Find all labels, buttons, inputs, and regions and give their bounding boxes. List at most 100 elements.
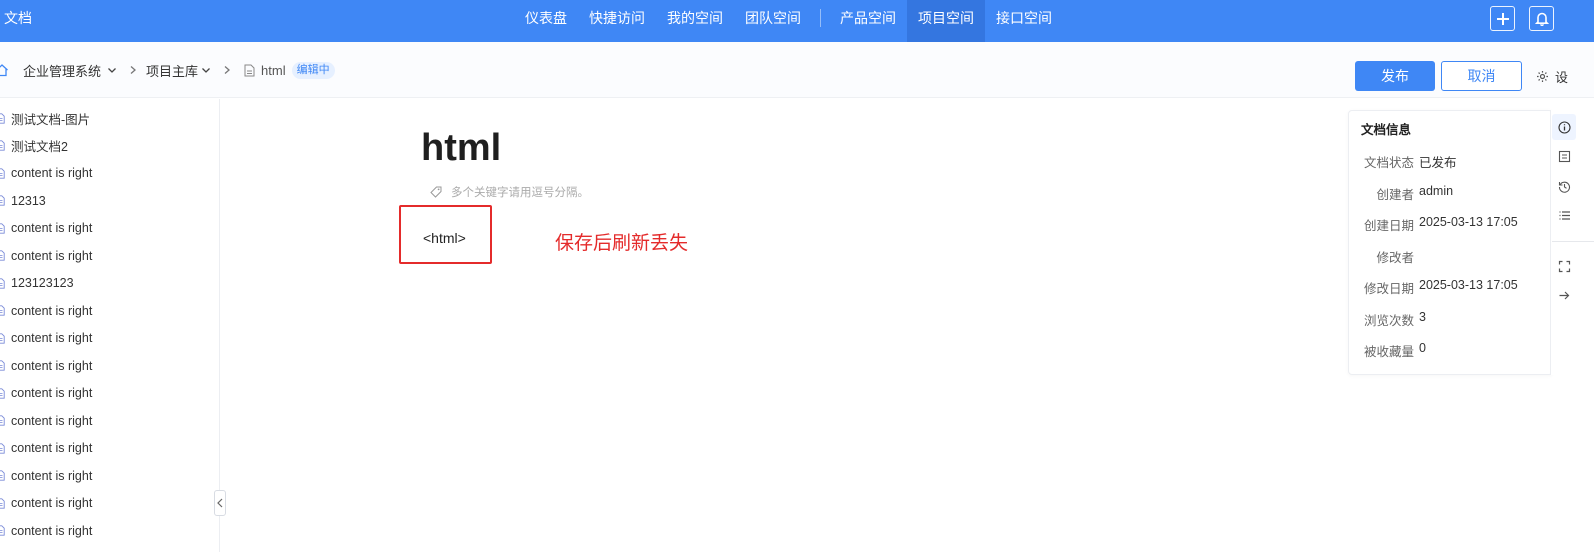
- doc-tree-sidebar: 测试文档-图片 测试文档2 content is right 12313 content…: [0, 99, 220, 552]
- info-row: 浏览次数 3: [1348, 310, 1553, 328]
- doc-tree-item[interactable]: content is right: [0, 328, 92, 348]
- doc-tree-item[interactable]: 测试文档2: [0, 136, 68, 156]
- doc-tree-item[interactable]: content is right: [0, 218, 92, 238]
- keywords-field[interactable]: 多个关键字请用逗号分隔。: [430, 184, 589, 200]
- info-row: 创建者 admin: [1348, 184, 1553, 202]
- doc-tree-item-label: 测试文档2: [11, 140, 68, 154]
- doc-icon: [0, 470, 5, 481]
- main-nav: 仪表盘 快捷访问 我的空间 团队空间 产品空间 项目空间 接口空间: [514, 0, 1063, 42]
- chevron-down-icon: [201, 65, 211, 75]
- doc-tree-item-label: content is right: [11, 358, 93, 373]
- history-tab-button[interactable]: [1558, 180, 1571, 193]
- doc-icon: [0, 167, 5, 179]
- doc-icon: [0, 442, 5, 454]
- doc-tree-item[interactable]: content is right: [0, 356, 92, 376]
- info-row: 被收藏量 0: [1348, 341, 1553, 359]
- nav-quick-access[interactable]: 快捷访问: [578, 0, 656, 42]
- doc-tree-item[interactable]: content is right: [0, 411, 92, 431]
- doc-tree-item-label: content is right: [11, 248, 93, 263]
- publish-button[interactable]: 发布: [1355, 61, 1435, 91]
- info-row-value: 0: [1419, 341, 1426, 355]
- breadcrumb-item-system[interactable]: 企业管理系统: [23, 61, 117, 80]
- doc-icon: [0, 387, 5, 399]
- home-icon[interactable]: [0, 63, 9, 77]
- doc-icon: [0, 305, 5, 316]
- breadcrumb-item-project-lib[interactable]: 项目主库: [146, 61, 211, 80]
- annotation-note: 保存后刷新丢失: [555, 233, 689, 254]
- doc-icon: [0, 332, 5, 344]
- doc-icon: [0, 140, 5, 151]
- outline-icon: [1558, 150, 1571, 163]
- info-row-value: 2025-03-13 17:05: [1419, 215, 1518, 229]
- chevron-down-icon: [107, 65, 117, 75]
- plus-icon: [1496, 12, 1509, 25]
- info-row-value: 2025-03-13 17:05: [1419, 278, 1518, 292]
- info-row: 修改日期 2025-03-13 17:05: [1348, 278, 1553, 296]
- collapse-panel-button[interactable]: [1558, 289, 1571, 302]
- bell-icon: [1534, 12, 1549, 26]
- status-badge: 编辑中: [291, 61, 335, 79]
- doc-tree-item[interactable]: content is right: [0, 438, 92, 458]
- doc-tree-item-label: content is right: [11, 523, 93, 538]
- tag-icon: [430, 186, 442, 198]
- info-row-label: 文档状态: [1363, 156, 1414, 170]
- info-tab-button[interactable]: [1552, 114, 1576, 140]
- doc-tree-item-label: 测试文档-图片: [11, 112, 91, 127]
- top-nav-bar: 文档 仪表盘 快捷访问 我的空间 团队空间 产品空间 项目空间 接口空间: [0, 0, 1594, 42]
- chevron-right-icon: [223, 65, 231, 75]
- info-row: 文档状态 已发布: [1348, 152, 1553, 170]
- nav-project-space[interactable]: 项目空间: [907, 0, 985, 42]
- doc-tree-item-label: content is right: [11, 441, 93, 455]
- arrow-right-icon: [1559, 291, 1570, 300]
- cancel-button[interactable]: 取消: [1441, 61, 1522, 91]
- settings-label: 设: [1555, 70, 1569, 85]
- doc-tree-item[interactable]: 12313: [0, 191, 46, 211]
- list-tab-button[interactable]: [1558, 209, 1571, 222]
- rail-divider: [1552, 241, 1594, 242]
- doc-title[interactable]: html: [421, 124, 501, 172]
- breadcrumb-current: html: [261, 62, 286, 78]
- collapse-left-icon: [217, 498, 223, 508]
- add-button[interactable]: [1490, 6, 1515, 31]
- info-icon: [1557, 120, 1571, 134]
- doc-icon: [0, 250, 5, 261]
- nav-team-space[interactable]: 团队空间: [734, 0, 812, 42]
- doc-icon: [0, 525, 5, 536]
- info-row-label: 修改日期: [1363, 282, 1414, 296]
- doc-tree-item[interactable]: content is right: [0, 163, 92, 183]
- doc-tree-item[interactable]: content is right: [0, 301, 92, 321]
- doc-tree-item-label: content is right: [11, 303, 93, 318]
- info-row-value: 已发布: [1419, 156, 1457, 170]
- doc-tree-item[interactable]: content is right: [0, 246, 92, 266]
- doc-tree-item[interactable]: content is right: [0, 383, 92, 403]
- notifications-button[interactable]: [1529, 6, 1554, 31]
- info-panel-title: 文档信息: [1361, 123, 1412, 137]
- doc-tree-item[interactable]: content is right: [0, 466, 92, 486]
- doc-icon: [0, 497, 5, 509]
- list-icon: [1559, 211, 1570, 220]
- nav-dashboard[interactable]: 仪表盘: [514, 0, 578, 42]
- collapse-sidebar-button[interactable]: [214, 490, 226, 516]
- doc-tree-item[interactable]: 测试文档-图片: [0, 108, 90, 128]
- settings-button[interactable]: 设: [1536, 67, 1568, 86]
- info-row-label: 创建者: [1376, 187, 1414, 202]
- doc-content[interactable]: <html>: [423, 229, 466, 247]
- fullscreen-icon: [1558, 260, 1571, 273]
- doc-tree-item-label: content is right: [11, 166, 93, 180]
- nav-my-space[interactable]: 我的空间: [656, 0, 734, 42]
- doc-icon: [0, 112, 5, 124]
- doc-icon: [0, 360, 5, 371]
- nav-api-space[interactable]: 接口空间: [985, 0, 1063, 42]
- doc-tree-item-label: content is right: [11, 331, 93, 345]
- doc-tree-item[interactable]: 123123123: [0, 273, 74, 293]
- info-row-label: 创建日期: [1363, 219, 1414, 233]
- breadcrumb-label: 企业管理系统: [23, 63, 102, 79]
- doc-tree-item[interactable]: content is right: [0, 493, 92, 513]
- doc-tree-item-label: content is right: [11, 496, 93, 510]
- doc-icon: [0, 222, 5, 234]
- nav-product-space[interactable]: 产品空间: [829, 0, 907, 42]
- fullscreen-button[interactable]: [1558, 260, 1571, 273]
- doc-icon: [0, 195, 5, 206]
- doc-tree-item[interactable]: content is right: [0, 521, 92, 541]
- outline-tab-button[interactable]: [1558, 150, 1571, 163]
